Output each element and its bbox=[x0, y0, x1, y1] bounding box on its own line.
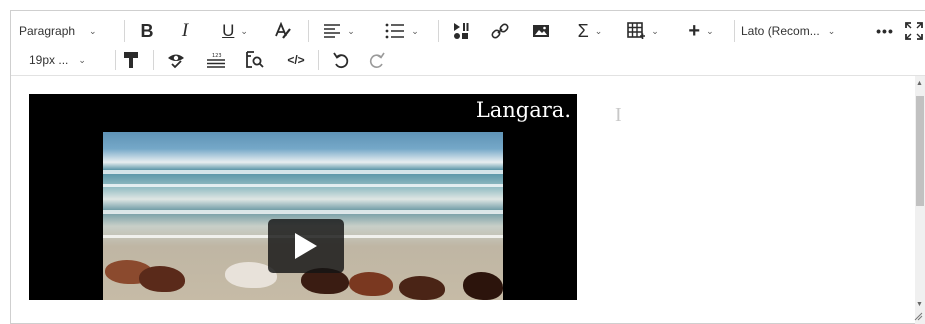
fullscreen-icon bbox=[905, 22, 923, 40]
table-icon bbox=[627, 22, 646, 39]
find-replace-icon bbox=[246, 51, 264, 68]
editor-content-area[interactable]: Langara. I bbox=[11, 76, 916, 324]
chevron-down-icon: ⌄ bbox=[240, 25, 248, 36]
chevron-down-icon: ⌄ bbox=[78, 54, 86, 65]
italic-button[interactable]: I bbox=[173, 15, 197, 47]
bold-icon: B bbox=[140, 20, 154, 41]
font-size-label: 19px ... bbox=[29, 53, 69, 67]
horse-shape bbox=[139, 266, 185, 292]
toolbar-divider bbox=[734, 20, 735, 42]
table-dropdown[interactable]: ⌄ bbox=[620, 15, 666, 47]
word-count-icon: 123 bbox=[207, 53, 225, 68]
link-button[interactable] bbox=[488, 15, 512, 47]
list-dropdown[interactable]: ⌄ bbox=[377, 15, 427, 47]
text-cursor-icon: I bbox=[615, 104, 622, 126]
format-painter-icon bbox=[124, 52, 138, 68]
toolbar-divider bbox=[115, 50, 116, 70]
list-icon bbox=[385, 23, 405, 39]
toolbar-divider bbox=[308, 20, 309, 42]
chevron-down-icon: ⌄ bbox=[89, 25, 97, 36]
bold-button[interactable]: B bbox=[135, 15, 159, 47]
text-color-button[interactable] bbox=[269, 15, 297, 47]
svg-text:123: 123 bbox=[212, 53, 222, 59]
align-icon bbox=[324, 24, 341, 38]
undo-button[interactable] bbox=[329, 47, 353, 73]
toolbar-divider bbox=[153, 50, 154, 70]
scroll-down-icon[interactable]: ▼ bbox=[916, 301, 923, 308]
redo-button[interactable] bbox=[365, 47, 389, 73]
resize-handle-icon[interactable] bbox=[913, 311, 923, 321]
toolbar-divider bbox=[318, 50, 319, 70]
format-painter-button[interactable] bbox=[119, 47, 143, 73]
more-button[interactable]: ••• bbox=[873, 15, 897, 47]
font-size-dropdown[interactable]: 19px ... ⌄ bbox=[29, 47, 109, 73]
wave-foam bbox=[103, 210, 503, 214]
font-family-dropdown[interactable]: Lato (Recom... ⌄ bbox=[741, 15, 859, 47]
image-icon bbox=[533, 25, 549, 37]
play-button[interactable] bbox=[268, 219, 344, 273]
media-button[interactable] bbox=[449, 15, 473, 47]
underline-icon: U bbox=[222, 21, 235, 40]
font-family-label: Lato (Recom... bbox=[741, 24, 820, 38]
underline-button[interactable]: U ⌄ bbox=[212, 15, 258, 47]
play-icon bbox=[295, 233, 317, 259]
italic-icon: I bbox=[181, 20, 189, 41]
find-replace-button[interactable] bbox=[243, 47, 267, 73]
image-button[interactable] bbox=[529, 15, 553, 47]
text-color-icon bbox=[275, 22, 291, 39]
chevron-down-icon: ⌄ bbox=[594, 25, 603, 36]
scroll-up-icon[interactable]: ▲ bbox=[916, 80, 923, 87]
horse-shape bbox=[463, 272, 503, 300]
toolbar-divider bbox=[438, 20, 439, 42]
chevron-down-icon: ⌄ bbox=[347, 25, 355, 36]
rich-text-editor: Paragraph ⌄ B I U ⌄ ⌄ ⌄ Σ ⌄ ⌄ + ⌄ Lato (… bbox=[10, 10, 925, 324]
equation-icon: Σ bbox=[577, 20, 589, 41]
chevron-down-icon: ⌄ bbox=[651, 25, 659, 36]
undo-icon bbox=[333, 52, 349, 69]
plus-icon: + bbox=[688, 19, 701, 42]
block-format-dropdown[interactable]: Paragraph ⌄ bbox=[19, 15, 117, 47]
redo-icon bbox=[369, 52, 385, 68]
chevron-down-icon: ⌄ bbox=[827, 25, 836, 36]
editor-toolbar: Paragraph ⌄ B I U ⌄ ⌄ ⌄ Σ ⌄ ⌄ + ⌄ Lato (… bbox=[11, 11, 925, 76]
video-thumbnail bbox=[103, 132, 503, 300]
video-brand-text: Langara. bbox=[475, 98, 571, 122]
wave-foam bbox=[103, 184, 503, 187]
scrollbar-thumb[interactable] bbox=[916, 96, 924, 206]
fullscreen-button[interactable] bbox=[905, 15, 925, 47]
equation-dropdown[interactable]: Σ ⌄ bbox=[568, 15, 612, 47]
more-icon: ••• bbox=[876, 23, 894, 39]
chevron-down-icon: ⌄ bbox=[411, 25, 419, 36]
align-dropdown[interactable]: ⌄ bbox=[317, 15, 361, 47]
media-icon bbox=[454, 23, 469, 39]
source-code-icon: </> bbox=[287, 53, 305, 67]
source-code-button[interactable]: </> bbox=[283, 47, 309, 73]
horse-shape bbox=[399, 276, 445, 300]
accessibility-checker-button[interactable] bbox=[164, 47, 188, 73]
horse-shape bbox=[349, 272, 393, 296]
word-count-button[interactable]: 123 bbox=[203, 47, 229, 73]
chevron-down-icon: ⌄ bbox=[706, 25, 714, 36]
accessibility-icon bbox=[168, 54, 184, 69]
insert-dropdown[interactable]: + ⌄ bbox=[679, 15, 723, 47]
block-format-label: Paragraph bbox=[19, 24, 76, 38]
wave-foam bbox=[103, 170, 503, 174]
vertical-scrollbar[interactable]: ▲ ▼ bbox=[915, 76, 925, 324]
link-icon bbox=[491, 23, 509, 39]
embedded-video[interactable]: Langara. bbox=[29, 94, 577, 300]
toolbar-divider bbox=[124, 20, 125, 42]
